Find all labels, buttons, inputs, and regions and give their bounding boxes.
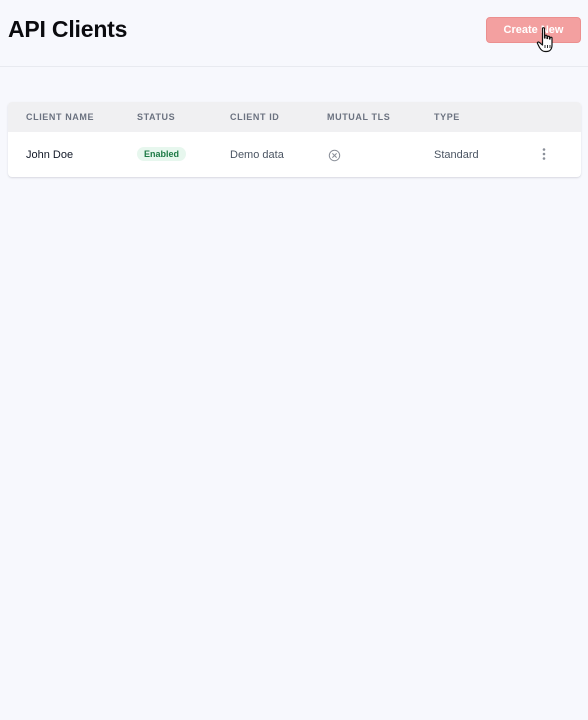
page-title: API Clients bbox=[8, 16, 128, 42]
client-id-cell: Demo data bbox=[230, 149, 284, 161]
x-circle-icon bbox=[328, 149, 341, 162]
table-header: CLIENT NAME STATUS CLIENT ID MUTUAL TLS … bbox=[8, 102, 581, 132]
client-name-cell: John Doe bbox=[26, 149, 74, 161]
column-header-client-name: CLIENT NAME bbox=[26, 112, 95, 122]
create-new-button[interactable]: Create New bbox=[486, 17, 581, 43]
page-header: API Clients Create New bbox=[0, 0, 588, 67]
type-cell: Standard bbox=[434, 149, 479, 161]
status-badge: Enabled bbox=[137, 147, 187, 161]
table-row[interactable]: John Doe Enabled Demo data Standard bbox=[8, 132, 581, 177]
more-options-icon[interactable] bbox=[538, 147, 550, 161]
column-header-client-id: CLIENT ID bbox=[230, 112, 280, 122]
hand-pointer-icon bbox=[536, 27, 553, 53]
column-header-type: TYPE bbox=[434, 112, 460, 122]
column-header-status: STATUS bbox=[137, 112, 176, 122]
api-clients-table: CLIENT NAME STATUS CLIENT ID MUTUAL TLS … bbox=[8, 102, 581, 177]
column-header-mutual-tls: MUTUAL TLS bbox=[327, 112, 391, 122]
